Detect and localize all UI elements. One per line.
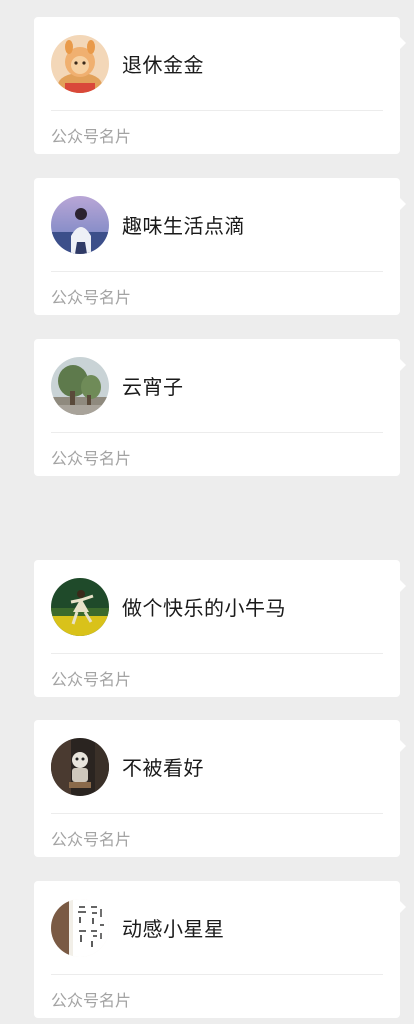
official-account-card[interactable]: 趣味生活点滴 公众号名片 <box>34 178 406 315</box>
calligraphy-avatar-icon <box>51 898 109 957</box>
card-header: 趣味生活点滴 <box>51 178 383 272</box>
official-account-card[interactable]: 云宵子 公众号名片 <box>34 339 406 476</box>
official-account-card[interactable]: 不被看好 公众号名片 <box>34 720 406 857</box>
account-name: 动感小星星 <box>122 917 225 941</box>
card-header: 动感小星星 <box>51 881 383 975</box>
card-type-label: 公众号名片 <box>51 449 132 468</box>
card-type-label: 公众号名片 <box>51 670 132 689</box>
card-header: 云宵子 <box>51 339 383 433</box>
figurine-avatar-icon <box>51 737 109 796</box>
account-name: 退休金金 <box>122 53 204 77</box>
tree-landscape-avatar-icon <box>51 356 109 415</box>
dancer-in-field-avatar-icon <box>51 577 109 636</box>
card-header: 不被看好 <box>51 720 383 814</box>
account-name: 做个快乐的小牛马 <box>122 596 286 620</box>
official-account-card[interactable]: 做个快乐的小牛马 公众号名片 <box>34 560 406 697</box>
card-type-label: 公众号名片 <box>51 991 132 1010</box>
monkey-toy-avatar-icon <box>51 34 109 93</box>
account-name: 云宵子 <box>122 375 184 399</box>
official-account-card[interactable]: 动感小星星 公众号名片 <box>34 881 406 1018</box>
card-type-label: 公众号名片 <box>51 830 132 849</box>
account-name: 不被看好 <box>122 756 204 780</box>
official-account-card[interactable]: 退休金金 公众号名片 <box>34 17 406 154</box>
card-header: 退休金金 <box>51 17 383 111</box>
girl-by-lake-avatar-icon <box>51 195 109 254</box>
chat-message-list: 退休金金 公众号名片 趣味生活点滴 公众号名片 云宵子 公众号名片 做个快乐的小… <box>0 0 414 1024</box>
card-type-label: 公众号名片 <box>51 127 132 146</box>
card-type-label: 公众号名片 <box>51 288 132 307</box>
card-header: 做个快乐的小牛马 <box>51 560 383 654</box>
account-name: 趣味生活点滴 <box>122 214 245 238</box>
